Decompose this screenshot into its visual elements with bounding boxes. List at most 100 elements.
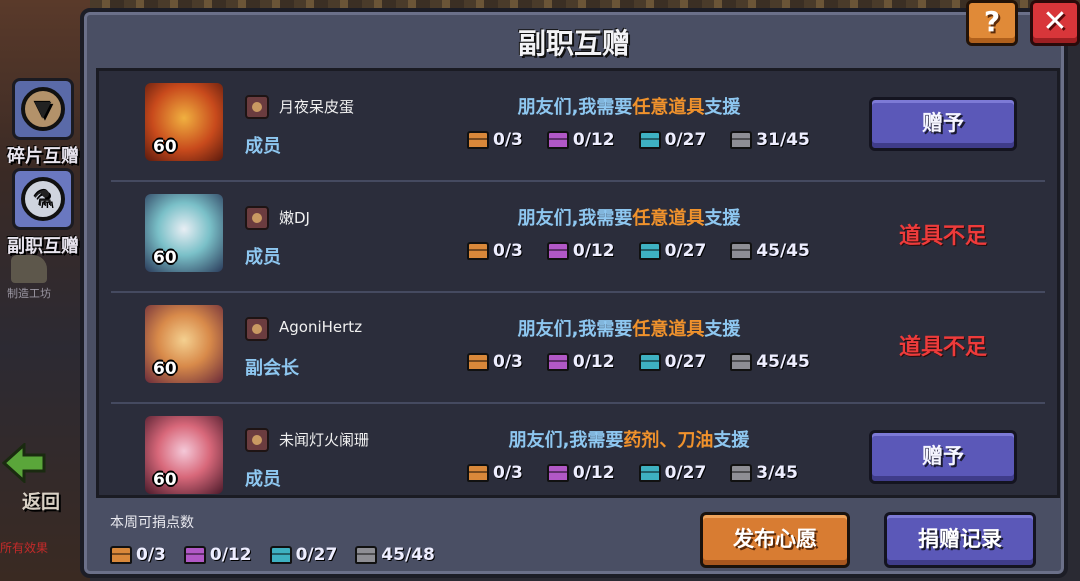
- player-name: 月夜呆皮蛋: [279, 98, 355, 116]
- request-row: 60 AgoniHertz 副会长 朋友们,我需要任意道具支援 0/3 0/12…: [99, 293, 1057, 404]
- workshop-label: 制造工坊: [7, 287, 51, 300]
- request-suffix: 支援: [713, 430, 750, 451]
- resource-value: 0/12: [209, 545, 252, 565]
- player-role: 成员: [245, 136, 281, 157]
- player-avatar[interactable]: 60: [145, 194, 223, 272]
- request-prefix: 朋友们,我需要: [517, 97, 633, 118]
- player-name: AgoniHertz: [279, 318, 363, 336]
- request-row: 60 嫩DJ 成员 朋友们,我需要任意道具支援 0/3 0/12 0/27 45…: [99, 182, 1057, 293]
- resource-orange: 0/3: [467, 463, 523, 483]
- resource-value: 0/27: [664, 463, 707, 483]
- effects-hint: 所有效果: [0, 541, 49, 555]
- player-level: 60: [153, 470, 177, 490]
- close-button[interactable]: ✕: [1030, 0, 1080, 46]
- resource-counts: 0/3 0/12 0/27 45/45: [467, 352, 834, 372]
- help-button[interactable]: ?: [966, 0, 1018, 46]
- resource-gray: 45/48: [355, 545, 435, 565]
- resource-teal: 0/27: [638, 352, 707, 372]
- player-role: 副会长: [245, 358, 299, 379]
- request-text: 朋友们,我需要任意道具支援: [429, 315, 829, 341]
- give-button[interactable]: 赠予: [869, 97, 1017, 151]
- request-items: 药剂、刀油: [623, 430, 714, 451]
- request-suffix: 支援: [704, 97, 741, 118]
- orange-chest-icon: [467, 464, 489, 482]
- gray-chest-icon: [355, 546, 378, 564]
- close-icon: ✕: [1042, 4, 1068, 39]
- resource-value: 0/3: [493, 352, 523, 372]
- player-level: 60: [153, 137, 177, 157]
- insufficient-status: 道具不足: [898, 335, 987, 360]
- player-avatar[interactable]: 60: [145, 83, 223, 161]
- request-row: 60 月夜呆皮蛋 成员 朋友们,我需要任意道具支援 0/3 0/12 0/27 …: [99, 71, 1057, 182]
- guild-rank-icon: [245, 95, 269, 119]
- orange-chest-icon: [467, 353, 489, 371]
- request-items: 任意道具: [632, 97, 705, 118]
- orange-chest-icon: [467, 242, 489, 260]
- guild-rank-icon: [245, 428, 269, 452]
- sidebar-tab-label: 副职互赠: [7, 236, 79, 257]
- resource-counts: 0/3 0/12 0/27 45/45: [467, 241, 834, 261]
- guild-rank-icon: [245, 206, 269, 230]
- player-role: 成员: [245, 247, 281, 268]
- resource-value: 0/12: [572, 463, 615, 483]
- resource-counts: 0/3 0/12 0/27 3/45: [467, 463, 822, 483]
- request-list[interactable]: 60 月夜呆皮蛋 成员 朋友们,我需要任意道具支援 0/3 0/12 0/27 …: [96, 68, 1060, 498]
- teal-chest-icon: [638, 353, 661, 371]
- back-arrow-icon: [2, 443, 46, 483]
- weekly-points-label: 本周可捐点数: [110, 515, 194, 531]
- give-button[interactable]: 赠予: [869, 430, 1017, 484]
- player-level: 60: [153, 359, 177, 379]
- resource-gray: 3/45: [730, 463, 798, 483]
- resource-value: 45/45: [756, 352, 810, 372]
- sidebar-tab-subjob-gift[interactable]: ⚗ 副职互赠: [6, 168, 80, 258]
- resource-orange: 0/3: [467, 130, 523, 150]
- resource-value: 45/48: [381, 545, 435, 565]
- resource-value: 31/45: [756, 130, 810, 150]
- panel-title: 副职互赠: [517, 27, 630, 60]
- request-items: 任意道具: [632, 319, 705, 340]
- request-prefix: 朋友们,我需要: [517, 208, 633, 229]
- gray-chest-icon: [730, 464, 753, 482]
- boot-icon: [11, 255, 47, 283]
- request-text: 朋友们,我需要任意道具支援: [429, 93, 829, 119]
- purple-chest-icon: [546, 242, 569, 260]
- request-items: 任意道具: [632, 208, 705, 229]
- resource-value: 45/45: [756, 241, 810, 261]
- publish-wish-button[interactable]: 发布心愿: [700, 512, 850, 568]
- sidebar-tab-fragment-gift[interactable]: ▼ 碎片互赠: [6, 78, 80, 168]
- resource-gray: 31/45: [730, 130, 810, 150]
- player-avatar[interactable]: 60: [145, 416, 223, 494]
- player-name: 嫩DJ: [279, 209, 310, 227]
- orange-chest-icon: [467, 131, 489, 149]
- resource-purple: 0/12: [546, 463, 615, 483]
- purple-chest-icon: [546, 353, 569, 371]
- resource-value: 0/27: [664, 130, 707, 150]
- resource-teal: 0/27: [638, 241, 706, 261]
- question-icon: ?: [983, 5, 1001, 38]
- shield-arrow-icon: ▼: [12, 78, 74, 140]
- resource-value: 0/3: [493, 130, 523, 150]
- sidebar-tab-label: 碎片互赠: [7, 146, 79, 167]
- resource-purple: 0/12: [546, 241, 615, 261]
- resource-purple: 0/12: [546, 130, 615, 150]
- resource-value: 0/27: [664, 352, 707, 372]
- orange-chest-icon: [110, 546, 132, 564]
- resource-teal: 0/27: [638, 463, 707, 483]
- request-prefix: 朋友们,我需要: [517, 319, 633, 340]
- teal-chest-icon: [269, 546, 292, 564]
- resource-purple: 0/12: [546, 352, 615, 372]
- workshop-link[interactable]: 制造工坊: [0, 255, 58, 301]
- back-button[interactable]: 返回: [0, 415, 86, 525]
- gray-chest-icon: [730, 353, 753, 371]
- purple-chest-icon: [546, 131, 569, 149]
- resource-teal: 0/27: [269, 545, 337, 565]
- player-avatar[interactable]: 60: [145, 305, 223, 383]
- request-suffix: 支援: [704, 208, 741, 229]
- weekly-points: 0/3 0/12 0/27 45/48: [110, 545, 453, 565]
- resource-gray: 45/45: [730, 352, 810, 372]
- donation-record-button[interactable]: 捐赠记录: [884, 512, 1036, 568]
- back-label: 返回: [22, 491, 61, 513]
- resource-value: 0/3: [136, 545, 166, 565]
- player-level: 60: [153, 248, 177, 268]
- purple-chest-icon: [546, 464, 569, 482]
